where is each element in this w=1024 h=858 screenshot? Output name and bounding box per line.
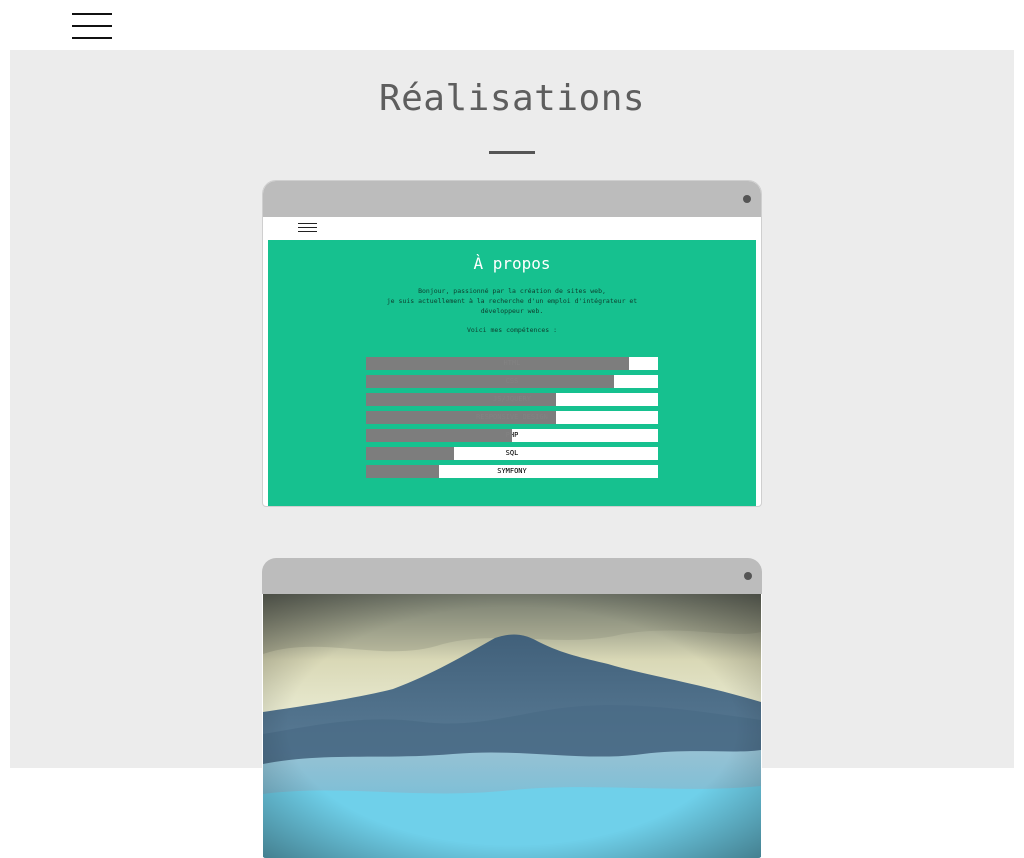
intro-line: Bonjour, passionné par la création de si… — [418, 287, 606, 295]
hamburger-menu-icon[interactable] — [72, 13, 112, 39]
preview-title: À propos — [473, 254, 551, 273]
skill-bar-label: SQL — [505, 449, 519, 457]
skill-bar-sql: SQL — [366, 447, 658, 460]
skill-bar-label: RESPONSIVE DESIGN — [476, 413, 548, 421]
skill-bar-js-jquery: JS/JQUERY — [366, 393, 658, 406]
preview-navbar — [263, 217, 761, 240]
skill-bar-html: HTML — [366, 357, 658, 370]
burger-line — [72, 25, 112, 27]
device-top-bar — [263, 181, 761, 217]
top-navigation — [0, 0, 1024, 50]
preview-about-section: À propos Bonjour, passionné par la créat… — [268, 240, 756, 506]
section-title: Réalisations — [378, 78, 646, 119]
burger-line — [72, 13, 112, 15]
skill-bar-responsive-design: RESPONSIVE DESIGN — [366, 411, 658, 424]
skill-bar-css: CSS — [366, 375, 658, 388]
intro-line: développeur web. — [480, 307, 544, 315]
camera-dot-icon — [744, 572, 752, 580]
skill-bar-label: SYMFONY — [497, 467, 527, 475]
skill-bar-label: HTML — [503, 359, 521, 367]
preview-intro: Bonjour, passionné par la création de si… — [268, 286, 756, 335]
camera-dot-icon — [743, 195, 751, 203]
misty-mountains-image — [263, 594, 761, 858]
realisations-section: Réalisations À propos Bonjour, passionné… — [10, 50, 1014, 858]
project-card-landscape[interactable] — [262, 558, 762, 858]
intro-line: je suis actuellement à la recherche d'un… — [386, 297, 638, 305]
title-divider — [489, 151, 535, 154]
skill-bar-php: PHP — [366, 429, 658, 442]
burger-line — [72, 37, 112, 39]
skills-intro: Voici mes compétences : — [466, 326, 557, 334]
project-card-about[interactable]: À propos Bonjour, passionné par la créat… — [262, 180, 762, 507]
preview-hamburger-icon — [298, 223, 317, 234]
skill-bar-label: PHP — [505, 431, 519, 439]
device-top-bar — [262, 558, 762, 594]
skill-bar-label: CSS — [505, 377, 519, 385]
skill-bar-label: JS/JQUERY — [493, 395, 531, 403]
skill-bar-symfony: SYMFONY — [366, 465, 658, 478]
skills-list: HTML CSS JS/JQUERY RESPONSIVE DESIGN PHP SQL S… — [366, 357, 658, 483]
